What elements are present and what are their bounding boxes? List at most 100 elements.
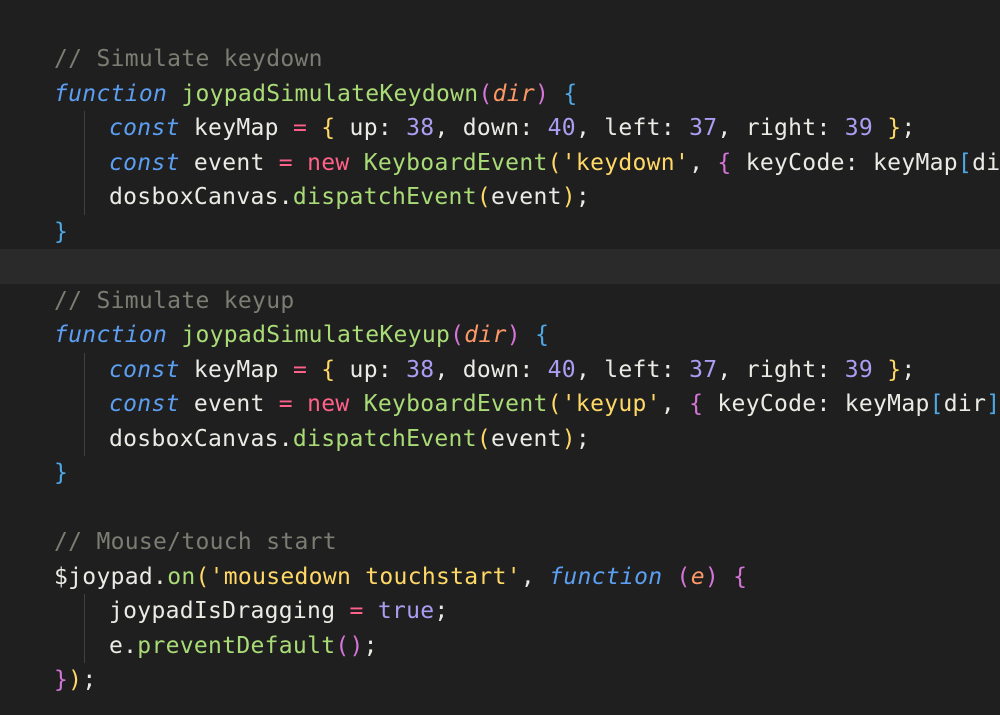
code-token: // Mouse/touch start: [54, 529, 337, 555]
code-line[interactable]: // Simulate keyup: [0, 284, 1000, 319]
code-line[interactable]: [0, 491, 1000, 526]
code-token: , left:: [575, 115, 690, 141]
indent-guide: [84, 352, 85, 387]
code-line[interactable]: const keyMap = { up: 38, down: 40, left:…: [0, 111, 1000, 146]
code-token: [: [929, 391, 944, 417]
code-token: ): [704, 563, 719, 590]
code-token: (: [476, 425, 491, 452]
code-token: event: [179, 149, 279, 176]
code-token: (: [450, 322, 465, 348]
code-token: function: [54, 80, 168, 107]
code-token: dir: [943, 391, 987, 417]
code-token: {: [563, 80, 578, 107]
code-token: 37: [689, 115, 718, 141]
code-token: , down:: [434, 115, 548, 141]
code-token: dosboxCanvas.: [109, 184, 293, 210]
code-line[interactable]: function joypadSimulateKeyup(dir) {: [0, 318, 1000, 353]
code-line[interactable]: }: [0, 215, 1000, 250]
code-token: $joypad.: [54, 563, 168, 590]
code-token: (: [195, 563, 210, 590]
code-token: [: [957, 149, 973, 176]
code-line[interactable]: $joypad.on('mousedown touchstart', funct…: [0, 560, 1000, 595]
code-token: joypadSimulateKeyup: [181, 322, 451, 348]
code-token: ): [561, 184, 576, 210]
code-token: }: [887, 115, 902, 141]
code-token: keyMap: [179, 356, 293, 383]
code-token: event: [491, 184, 562, 210]
code-token: 40: [547, 356, 576, 383]
code-token: ;: [363, 632, 378, 659]
code-token: {: [717, 149, 732, 176]
code-token: =: [278, 149, 293, 176]
code-token: 'keyup': [561, 391, 661, 417]
code-token: const: [109, 149, 180, 176]
code-token: // Simulate keydown: [54, 46, 323, 72]
code-line[interactable]: dosboxCanvas.dispatchEvent(event);: [0, 180, 1000, 215]
code-token: }: [54, 218, 69, 245]
code-token: ): [68, 667, 83, 693]
code-token: 'keydown': [561, 149, 690, 176]
code-line[interactable]: });: [0, 663, 1000, 698]
code-token: ,: [520, 563, 550, 590]
code-token: joypadSimulateKeydown: [181, 80, 479, 107]
code-token: }: [54, 460, 69, 486]
code-token: ): [561, 425, 576, 452]
code-line[interactable]: }: [0, 456, 1000, 491]
code-editor[interactable]: // Simulate keydown function joypadSimula…: [0, 0, 1000, 715]
code-line[interactable]: // Simulate keydown: [0, 42, 1000, 77]
code-token: 38: [406, 115, 435, 141]
code-token: ;: [575, 184, 591, 210]
code-line[interactable]: e.preventDefault();: [0, 628, 1000, 663]
code-token: joypadIsDragging: [109, 598, 350, 624]
code-line[interactable]: const event = new KeyboardEvent('keydown…: [0, 145, 1000, 180]
code-token: KeyboardEvent: [363, 391, 548, 417]
code-line[interactable]: dosboxCanvas.dispatchEvent(event);: [0, 421, 1000, 456]
code-token: event: [491, 425, 562, 452]
code-line[interactable]: // Mouse/touch start: [0, 525, 1000, 560]
code-token: dispatchEvent: [292, 184, 477, 210]
code-token: preventDefault: [137, 632, 336, 659]
code-token: dispatchEvent: [292, 425, 477, 452]
code-line[interactable]: const keyMap = { up: 38, down: 40, left:…: [0, 352, 1000, 387]
code-token: ;: [575, 425, 591, 452]
code-token: keyMap: [179, 115, 293, 141]
code-line[interactable]: const event = new KeyboardEvent('keyup',…: [0, 387, 1000, 422]
code-token: =: [278, 391, 293, 417]
indent-guide: [84, 387, 85, 422]
code-token: =: [349, 598, 364, 624]
code-token: // Simulate keyup: [54, 287, 295, 314]
code-token: 'mousedown touchstart': [209, 563, 521, 590]
code-token: }: [54, 667, 69, 693]
code-token: (: [547, 391, 562, 417]
code-token: ,: [660, 391, 690, 417]
indent-guide: [84, 628, 85, 663]
code-token: ;: [434, 598, 449, 624]
indent-guide: [84, 180, 85, 215]
indent-guide: [84, 594, 85, 629]
indent-guide: [84, 145, 85, 180]
code-token: }: [887, 356, 902, 383]
code-line[interactable]: joypadIsDragging = true;: [0, 594, 1000, 629]
code-token: dosboxCanvas.: [109, 425, 293, 452]
code-token: 37: [689, 356, 718, 383]
code-token: =: [292, 115, 308, 141]
code-token: 40: [547, 115, 576, 141]
code-token: on: [167, 563, 196, 590]
code-token: , down:: [434, 356, 548, 383]
code-token: ): [506, 322, 521, 348]
code-line[interactable]: [0, 249, 1000, 284]
code-line[interactable]: function joypadSimulateKeydown(dir) {: [0, 77, 1000, 112]
code-token: const: [109, 115, 180, 141]
code-token: 39: [844, 115, 874, 141]
code-token: dir: [492, 80, 536, 107]
code-token: ;: [82, 667, 97, 693]
code-token: true: [377, 598, 435, 624]
